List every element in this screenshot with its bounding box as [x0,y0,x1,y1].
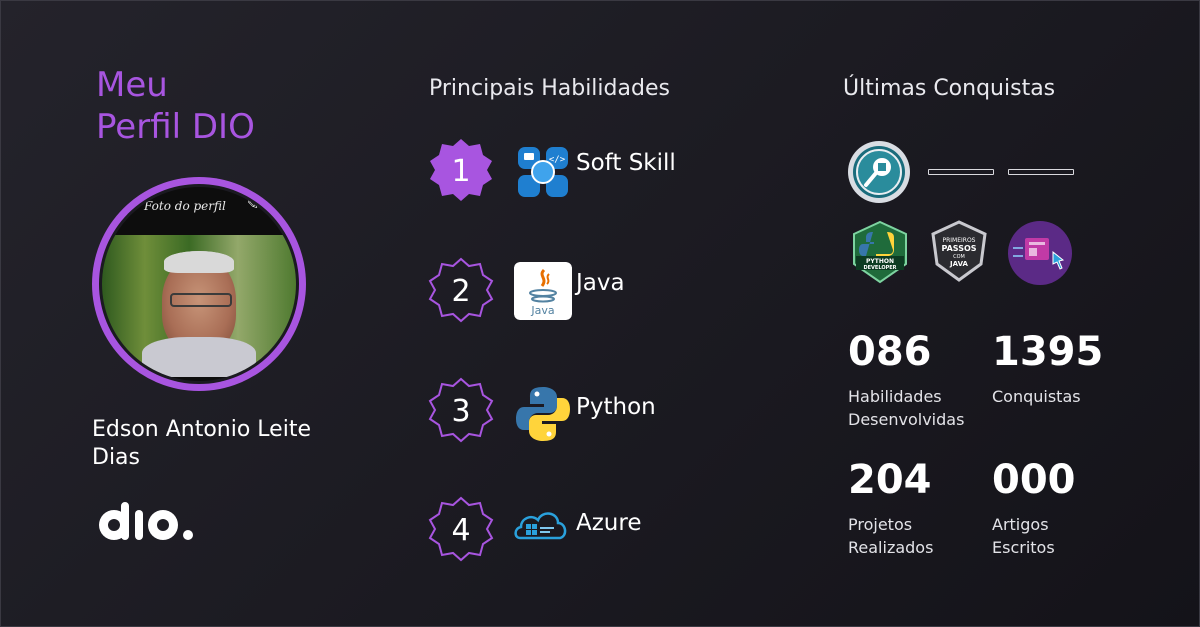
python-developer-badge[interactable]: PYTHON DEVELOPER [852,220,908,284]
azure-icon [514,512,567,540]
skill-label-1: Soft Skill [576,150,676,176]
stat-value-articles: 000 [992,457,1076,503]
avatar[interactable]: Foto do perfil ✎ [102,187,296,381]
title-line-2: Perfil DIO [96,107,255,147]
photo-caption: Foto do perfil [144,199,226,213]
ecommerce-badge-icon[interactable] [1007,220,1073,286]
stat-label-skills: Habilidades Desenvolvidas [848,385,988,431]
stat-label-projects-line-2: Realizados [848,538,934,557]
page-title: Meu Perfil DIO [96,64,255,148]
skill-label-2: Java [576,270,625,296]
python-icon [516,387,570,441]
rank-1-number: 1 [451,154,470,189]
stat-label-projects-line-1: Projetos [848,515,913,534]
photo-hair-top [164,251,234,273]
stat-label-articles-line-2: Escritos [992,538,1055,557]
skills-title: Principais Habilidades [429,76,670,101]
profile-name: Edson Antonio Leite Dias [92,417,311,470]
java-badge-text-1: PRIMEIROS [943,237,976,244]
soft-skill-icon: </> [518,147,568,197]
python-developer-badge-text-2: DEVELOPER [863,265,896,271]
skill-label-3: Python [576,394,656,420]
skill-label-4: Azure [576,510,642,536]
stat-label-skills-line-2: Desenvolvidas [848,410,965,429]
achievement-placeholder-2 [1008,169,1074,175]
java-badge-text-2: PASSOS [941,244,976,253]
rank-4-badge-icon: 4 [428,496,494,562]
stat-label-skills-line-1: Habilidades [848,387,942,406]
edit-pencil-icon[interactable]: ✎ [247,197,259,213]
stat-value-skills: 086 [848,329,932,375]
stat-label-articles: Artigos Escritos [992,513,1132,559]
rank-2-number: 2 [451,274,470,309]
stat-label-projects: Projetos Realizados [848,513,988,559]
search-badge-icon[interactable] [846,139,912,205]
achievements-title: Últimas Conquistas [843,76,1056,101]
primeiros-passos-java-badge[interactable]: PRIMEIROS PASSOS COM JAVA [929,220,989,282]
rank-2-badge-icon: 2 [428,257,494,323]
title-line-1: Meu [96,65,168,105]
stat-label-achievements-line-1: Conquistas [992,387,1081,406]
stat-label-articles-line-1: Artigos [992,515,1049,534]
svg-text:Java: Java [530,304,554,317]
rank-4-number: 4 [451,513,470,548]
python-developer-badge-text: PYTHON [866,258,894,265]
stat-label-achievements: Conquistas [992,385,1132,408]
photo-shirt [142,337,256,377]
rank-1-badge-icon: 1 [430,139,492,201]
rank-3-number: 3 [451,394,470,429]
stat-value-projects: 204 [848,457,932,503]
achievement-placeholder-1 [928,169,994,175]
svg-text:</>: </> [549,155,566,165]
stat-value-achievements: 1395 [992,329,1104,375]
java-icon: Java [514,262,572,320]
photo-glasses [170,293,232,307]
rank-3-badge-icon: 3 [428,377,494,443]
dio-logo-icon [99,502,193,540]
java-badge-text-4: JAVA [949,260,968,268]
